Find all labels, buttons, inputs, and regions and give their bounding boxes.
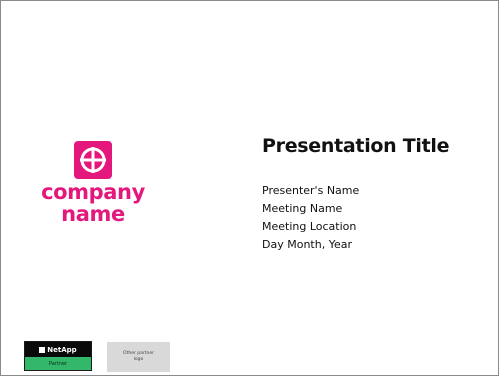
company-name: company name [41,180,145,226]
crosshair-icon-graphic [80,147,106,173]
slide: company name Presentation Title Presente… [0,0,499,376]
crosshair-icon [74,141,112,179]
netapp-badge-header: NetApp [25,342,91,357]
netapp-logo-icon [39,346,46,353]
other-partner-logo: Other partner logo [107,342,170,372]
netapp-badge-tier: Partner [25,357,91,370]
netapp-partner-badge: NetApp Partner [24,341,92,371]
presentation-title: Presentation Title [262,135,450,157]
presentation-details: Presenter's Name Meeting Name Meeting Lo… [262,182,359,254]
presenter-name: Presenter's Name [262,184,360,197]
meeting-location: Meeting Location [262,220,357,233]
netapp-brand: NetApp [47,345,77,354]
meeting-name: Meeting Name [262,202,343,215]
meeting-date: Day Month, Year [262,238,352,251]
